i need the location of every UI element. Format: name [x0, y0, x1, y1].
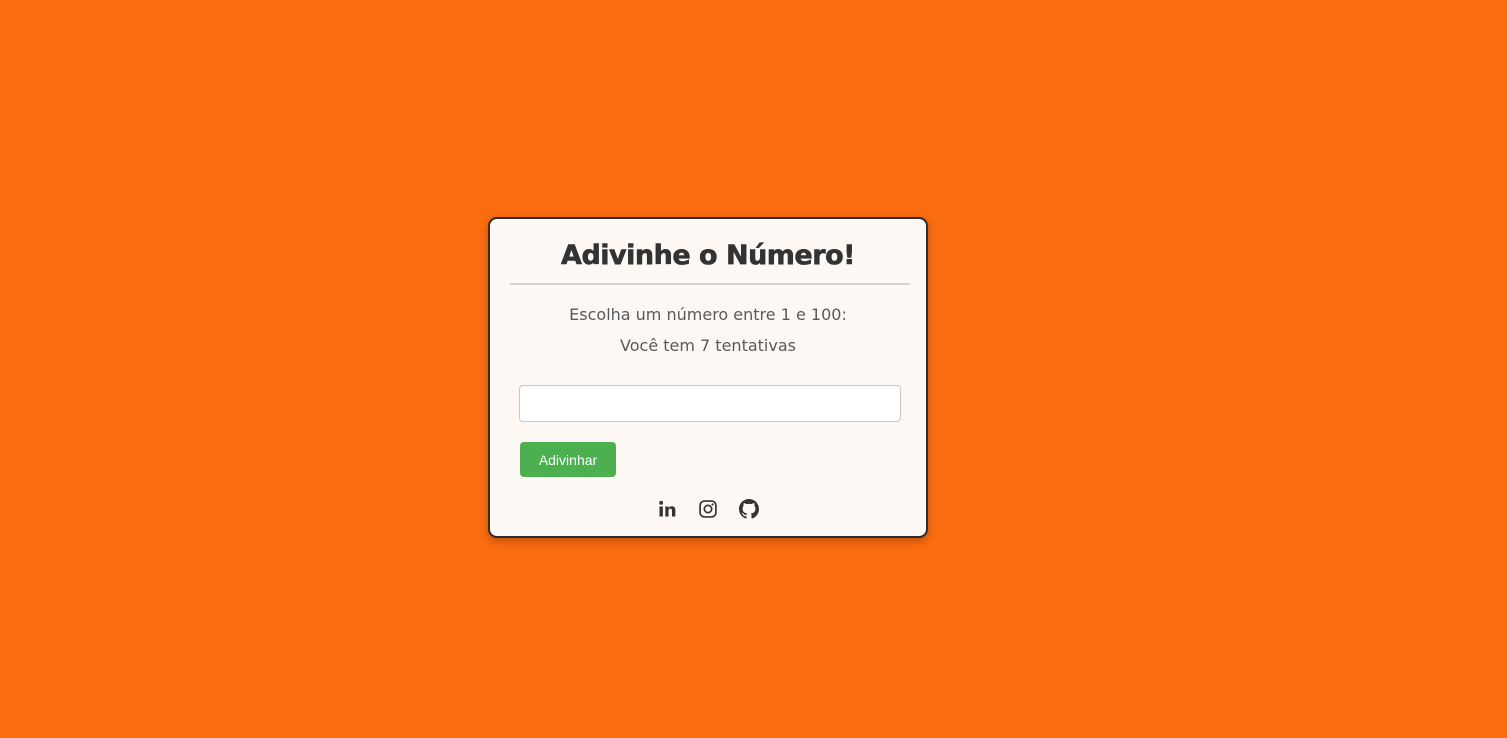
- github-link[interactable]: [739, 499, 759, 519]
- guess-input[interactable]: [519, 385, 901, 422]
- linkedin-icon: [659, 500, 676, 517]
- linkedin-link[interactable]: [657, 499, 677, 519]
- attempts-text: Você tem 7 tentativas: [620, 336, 796, 355]
- game-card: Adivinhe o Número! Escolha um número ent…: [488, 217, 928, 538]
- instagram-link[interactable]: [698, 499, 718, 519]
- guess-button[interactable]: Adivinhar: [520, 442, 616, 477]
- github-icon: [739, 499, 759, 519]
- page-title: Adivinhe o Número!: [561, 240, 856, 272]
- instagram-icon: [699, 500, 717, 518]
- title-divider: [510, 283, 910, 285]
- instruction-text: Escolha um número entre 1 e 100:: [569, 305, 847, 324]
- social-links: [490, 499, 926, 523]
